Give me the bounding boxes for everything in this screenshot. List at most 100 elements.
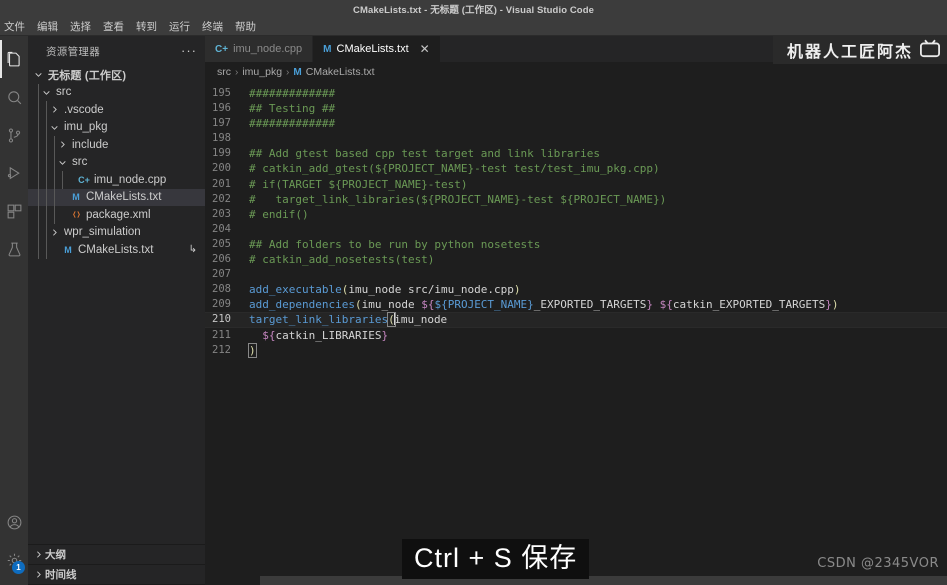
code-token: ## Testing ##: [249, 102, 335, 115]
activity-item-testing[interactable]: [0, 230, 28, 268]
extensions-icon: [6, 203, 23, 220]
tree-item-package-xml[interactable]: package.xml: [28, 206, 205, 224]
code-line-text: target_link_libraries(imu_node: [249, 312, 447, 327]
tree-indent-guide: [46, 101, 47, 119]
search-icon: [6, 89, 23, 106]
breadcrumb-item-imu-pkg[interactable]: imu_pkg: [242, 66, 282, 78]
brand-overlay: 机器人工匠阿杰: [773, 36, 947, 64]
tree-indent-guide: [46, 224, 47, 242]
tree-item-src[interactable]: src: [28, 154, 205, 172]
code-line[interactable]: 196## Testing ##: [205, 101, 947, 116]
brand-text: 机器人工匠阿杰: [787, 38, 913, 62]
menu-item-0[interactable]: 文件: [0, 18, 31, 35]
sidebar-section-outline[interactable]: 大纲: [28, 545, 205, 565]
chevron-right-icon: ›: [286, 67, 289, 78]
menu-bar[interactable]: 文件编辑选择查看转到运行终端帮助: [0, 18, 947, 36]
line-number: 205: [205, 237, 249, 252]
chevron-down-icon[interactable]: [32, 70, 45, 79]
xml-file-icon: [69, 210, 83, 219]
code-token: # endif(): [249, 208, 309, 221]
tree-item-cmakelists-txt[interactable]: MCMakeLists.txt↳: [28, 241, 205, 259]
code-line[interactable]: 197#############: [205, 116, 947, 131]
code-line[interactable]: 208add_executable(imu_node src/imu_node.…: [205, 282, 947, 297]
source-control-icon: [6, 127, 23, 144]
code-line[interactable]: 209add_dependencies(imu_node ${${PROJECT…: [205, 297, 947, 312]
code-line[interactable]: 207: [205, 267, 947, 282]
menu-item-2[interactable]: 选择: [64, 18, 97, 35]
activity-item-search[interactable]: [0, 78, 28, 116]
chevron-down-icon[interactable]: [56, 158, 69, 167]
code-line[interactable]: 205## Add folders to be run by python no…: [205, 237, 947, 252]
sidebar-section-timeline[interactable]: 时间线: [28, 565, 205, 585]
code-token: ## Add gtest based cpp test target and l…: [249, 147, 600, 160]
tree-item-src[interactable]: src: [28, 84, 205, 102]
code-line[interactable]: 200# catkin_add_gtest(${PROJECT_NAME}-te…: [205, 161, 947, 176]
tree-item--vscode[interactable]: .vscode: [28, 101, 205, 119]
file-tree[interactable]: 无标题 (工作区)src.vscodeimu_pkgincludesrcC+im…: [28, 66, 205, 544]
code-token: #############: [249, 117, 335, 130]
tab-imu-node-cpp[interactable]: C+ imu_node.cpp: [205, 36, 313, 62]
tree-item-imu_pkg[interactable]: imu_pkg: [28, 119, 205, 137]
chevron-right-icon[interactable]: [48, 228, 61, 237]
files-icon: [6, 51, 23, 68]
tab-cmakelists-txt[interactable]: M CMakeLists.txt ✕: [313, 36, 441, 62]
tab-label: CMakeLists.txt: [337, 43, 409, 55]
activity-item-settings[interactable]: 1: [0, 541, 28, 579]
chevron-right-icon[interactable]: [56, 140, 69, 149]
code-line[interactable]: 204: [205, 222, 947, 237]
sidebar-more-actions[interactable]: ···: [181, 46, 197, 56]
chevron-down-icon[interactable]: [40, 88, 53, 97]
menu-item-5[interactable]: 运行: [163, 18, 196, 35]
code-token: imu_node src/imu_node.cpp: [348, 283, 514, 296]
chevron-right-icon: ›: [235, 67, 238, 78]
code-line[interactable]: 211 ${catkin_LIBRARIES}: [205, 328, 947, 343]
breadcrumb[interactable]: src › imu_pkg › M CMakeLists.txt: [205, 62, 947, 82]
tree-item-label: CMakeLists.txt: [75, 244, 153, 256]
code-line[interactable]: 199## Add gtest based cpp test target an…: [205, 146, 947, 161]
tree-item--[interactable]: 无标题 (工作区): [28, 66, 205, 84]
tree-indent-guide: [38, 224, 39, 242]
breadcrumb-item-file[interactable]: CMakeLists.txt: [306, 66, 375, 78]
code-line[interactable]: 212): [205, 343, 947, 358]
code-editor[interactable]: 195#############196## Testing ##197#####…: [205, 82, 947, 585]
tree-item-cmakelists-txt[interactable]: MCMakeLists.txt: [28, 189, 205, 207]
code-token: #############: [249, 87, 335, 100]
code-line[interactable]: 203# endif(): [205, 207, 947, 222]
menu-item-3[interactable]: 查看: [97, 18, 130, 35]
code-line[interactable]: 198: [205, 131, 947, 146]
code-line[interactable]: 210target_link_libraries(imu_node: [205, 312, 947, 327]
activity-item-extensions[interactable]: [0, 192, 28, 230]
editor-horizontal-scrollbar[interactable]: [260, 576, 947, 585]
activity-item-account[interactable]: [0, 503, 28, 541]
tree-item-wpr_simulation[interactable]: wpr_simulation: [28, 224, 205, 242]
close-icon[interactable]: ✕: [420, 43, 430, 55]
watermark: CSDN @2345VOR: [817, 556, 939, 571]
line-number: 201: [205, 177, 249, 192]
activity-item-source-control[interactable]: [0, 116, 28, 154]
activity-bar[interactable]: 1: [0, 36, 28, 585]
tree-item-include[interactable]: include: [28, 136, 205, 154]
sidebar-sections: 大纲 时间线: [28, 544, 205, 585]
activity-item-run-debug[interactable]: [0, 154, 28, 192]
code-line[interactable]: 195#############: [205, 86, 947, 101]
tree-item-label: wpr_simulation: [61, 226, 141, 238]
menu-item-6[interactable]: 终端: [196, 18, 229, 35]
tree-item-imu_node-cpp[interactable]: C+imu_node.cpp: [28, 171, 205, 189]
tree-indent-guide: [54, 136, 55, 154]
code-lines[interactable]: 195#############196## Testing ##197#####…: [205, 82, 947, 358]
chevron-down-icon[interactable]: [48, 123, 61, 132]
menu-item-1[interactable]: 编辑: [31, 18, 64, 35]
code-line[interactable]: 206# catkin_add_nosetests(test): [205, 252, 947, 267]
activity-item-explorer[interactable]: [0, 40, 28, 78]
chevron-right-icon[interactable]: [48, 105, 61, 114]
menu-item-4[interactable]: 转到: [130, 18, 163, 35]
code-line[interactable]: 201# if(TARGET ${PROJECT_NAME}-test): [205, 177, 947, 192]
line-number: 195: [205, 86, 249, 101]
code-line[interactable]: 202# target_link_libraries(${PROJECT_NAM…: [205, 192, 947, 207]
line-number: 202: [205, 192, 249, 207]
breadcrumb-item-src[interactable]: src: [217, 66, 231, 78]
editor-group: C+ imu_node.cpp M CMakeLists.txt ✕ src ›…: [205, 36, 947, 585]
line-number: 206: [205, 252, 249, 267]
cmake-file-icon: M: [69, 192, 83, 202]
menu-item-7[interactable]: 帮助: [229, 18, 262, 35]
